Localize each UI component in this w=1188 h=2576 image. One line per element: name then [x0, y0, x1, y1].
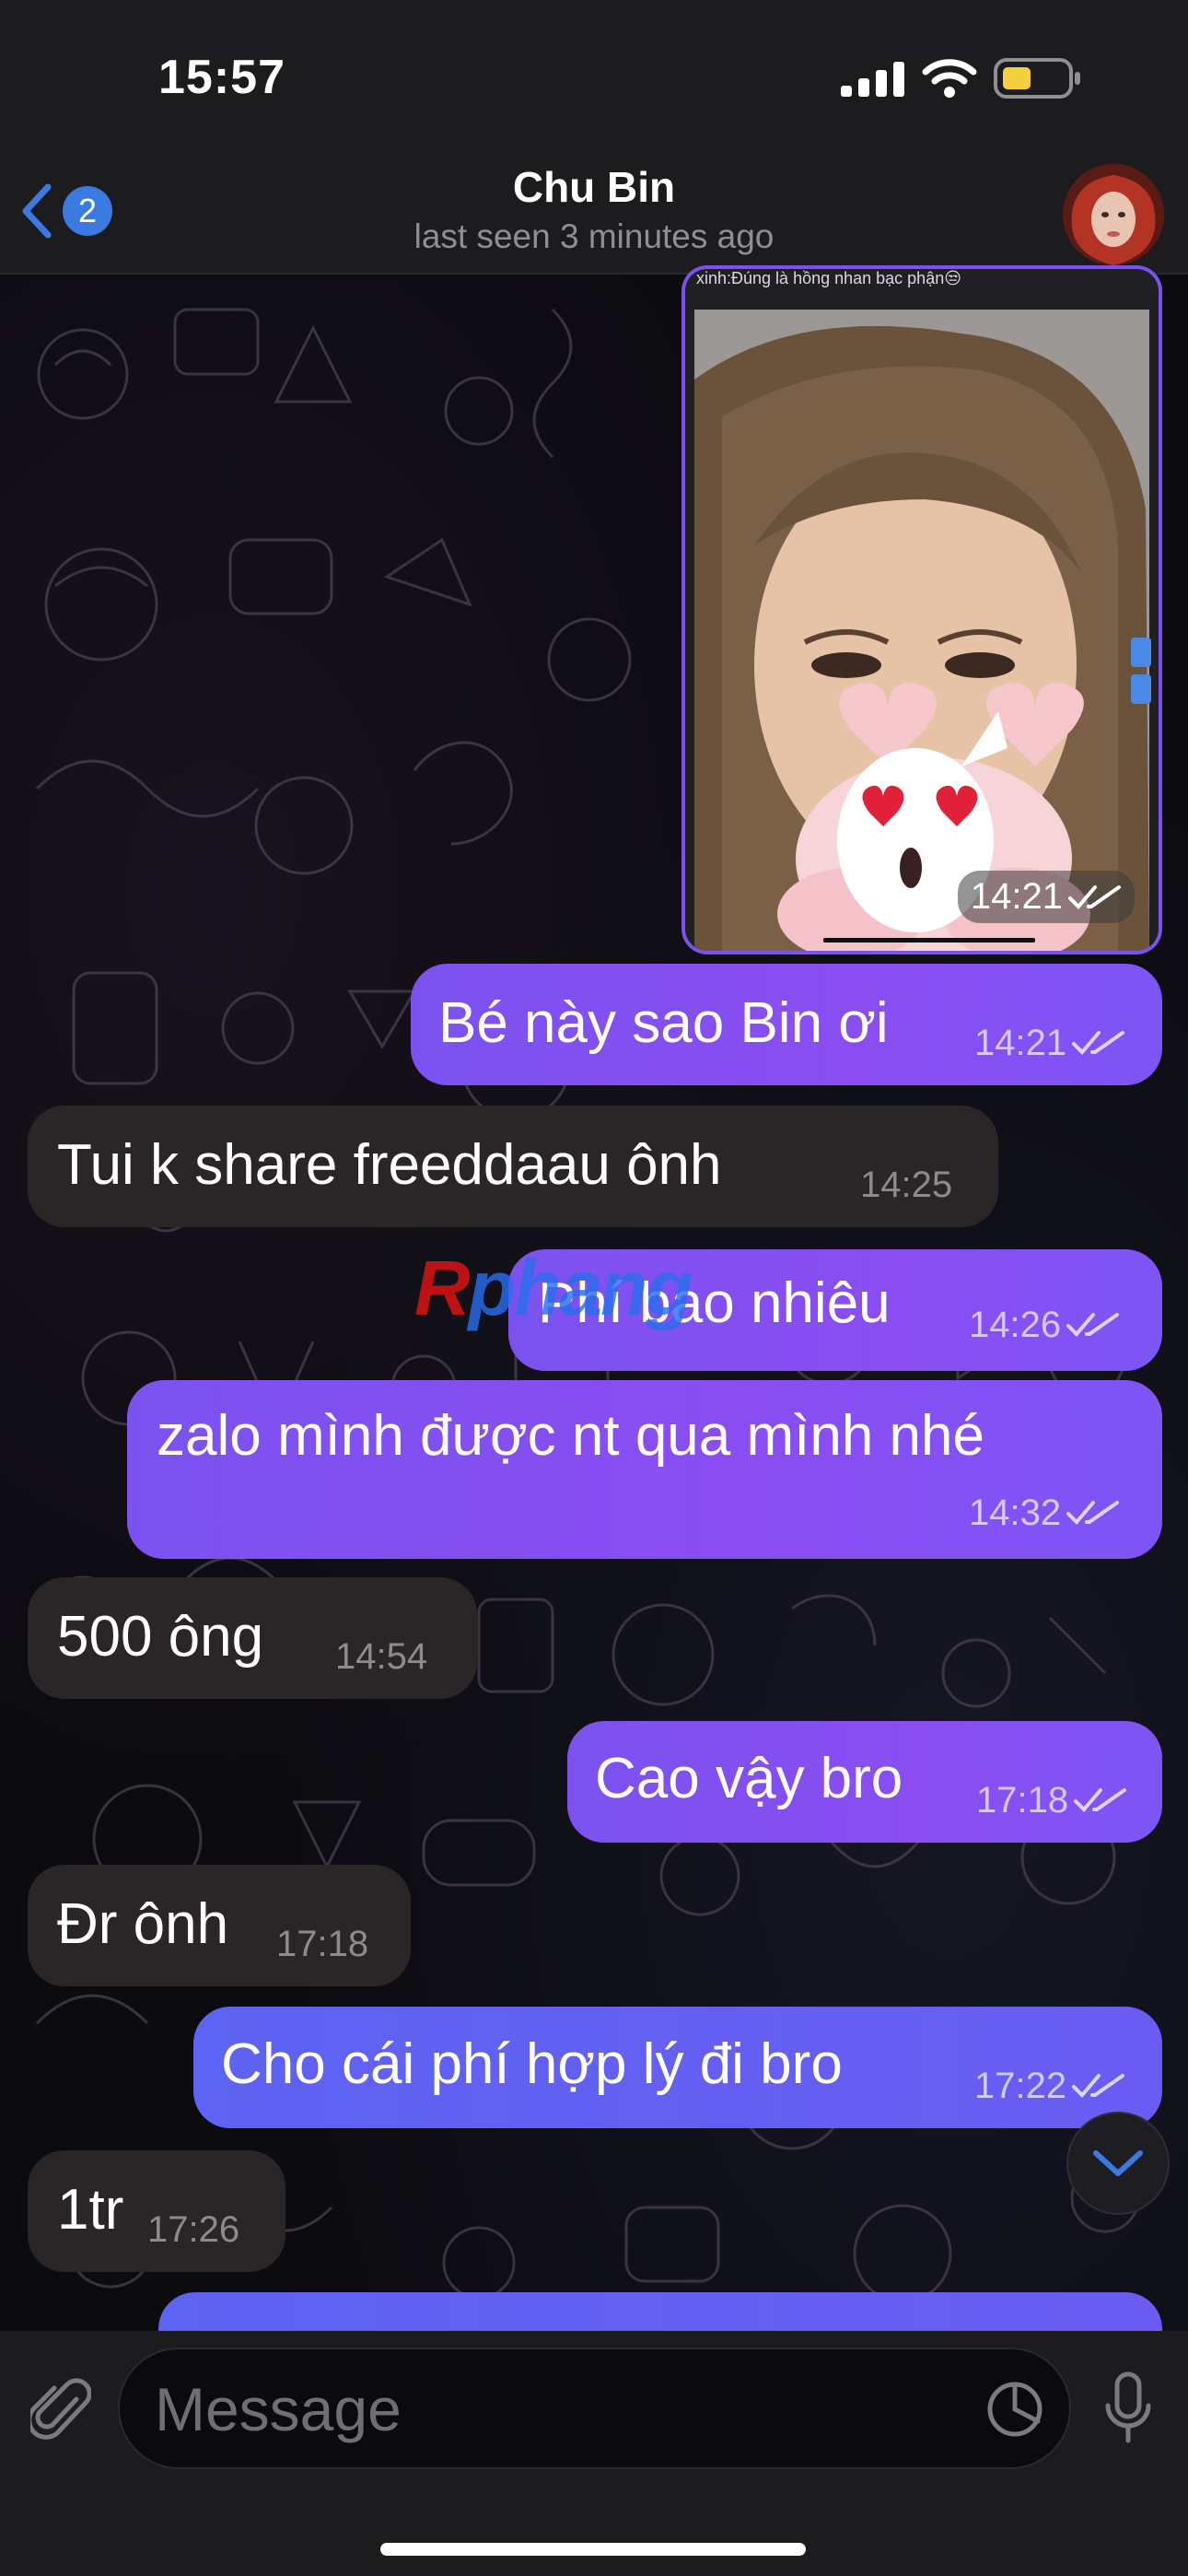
watermark-text: phang: [468, 1245, 693, 1331]
incoming-message[interactable]: Tui k share freeddaau ônh 14:25: [28, 1106, 998, 1227]
message-time: 14:25: [860, 1165, 953, 1205]
message-field[interactable]: [118, 2348, 1071, 2469]
outgoing-message[interactable]: zalo mình được nt qua mình nhé 14:32: [127, 1380, 1162, 1559]
message-text: 500 ông: [57, 1605, 264, 1669]
message-meta: 14:25: [860, 1166, 952, 1203]
message-meta: 14:21: [974, 1025, 1125, 1061]
message-input-bar: [0, 2331, 1188, 2576]
contact-name[interactable]: Chu Bin: [0, 162, 1188, 212]
status-bar: 15:57: [0, 0, 1188, 157]
status-time: 15:57: [158, 51, 285, 104]
outgoing-message[interactable]: Cho cái phí hợp lý đi bro 17:22: [193, 2007, 1162, 2128]
status-icons: [841, 57, 1082, 100]
double-check-icon: [1066, 1313, 1120, 1337]
message-text: Cho cái phí hợp lý đi bro: [221, 2032, 843, 2096]
microphone-icon: [1105, 2371, 1151, 2443]
photo-timestamp: 14:21: [957, 871, 1135, 923]
message-text: 1tr: [57, 2178, 124, 2242]
message-time: 14:21: [974, 1023, 1067, 1063]
message-text: zalo mình được nt qua mình nhé: [157, 1404, 984, 1468]
last-seen-status: last seen 3 minutes ago: [413, 217, 775, 255]
double-check-icon: [1072, 2074, 1125, 2098]
cellular-signal-icon: [841, 62, 904, 97]
double-check-icon: [1066, 1501, 1120, 1525]
selfie-photo: [685, 269, 1159, 951]
battery-icon: [994, 58, 1080, 99]
sticker-icon[interactable]: [983, 2377, 1047, 2441]
outgoing-message[interactable]: Cao vậy bro 17:18: [567, 1721, 1162, 1843]
message-meta: 14:32: [969, 1494, 1120, 1531]
message-text: Bé này sao Bin ơi: [438, 991, 889, 1055]
message-time: 14:54: [335, 1636, 428, 1677]
double-check-icon: [1072, 1031, 1125, 1055]
watermark-initial: R: [414, 1245, 471, 1331]
avatar[interactable]: [1063, 164, 1164, 265]
message-meta: 17:18: [976, 1782, 1127, 1819]
double-check-icon: [1074, 1788, 1127, 1812]
microphone-button[interactable]: [1091, 2368, 1165, 2451]
photo-frame: xinh:Đúng là hồng nhan bạc phận😒 14:21: [685, 269, 1159, 951]
message-meta: 14:54: [335, 1638, 427, 1675]
attach-button[interactable]: [24, 2373, 98, 2447]
chat-header: 2 Chu Bin last seen 3 minutes ago: [0, 157, 1188, 275]
message-meta: 17:18: [276, 1926, 368, 1962]
message-meta: 14:26: [969, 1306, 1120, 1343]
message-meta: 17:26: [147, 2211, 239, 2248]
message-input[interactable]: [153, 2349, 967, 2469]
incoming-message[interactable]: 500 ông 14:54: [28, 1577, 477, 1699]
chevron-down-icon: [1093, 2150, 1143, 2176]
photo-message[interactable]: xinh:Đúng là hồng nhan bạc phận😒 14:21: [681, 265, 1162, 954]
message-time: 17:18: [976, 1780, 1069, 1821]
message-text: Đr ônh: [57, 1892, 229, 1956]
scroll-to-bottom-button[interactable]: [1066, 2112, 1170, 2215]
paperclip-icon: [30, 2378, 91, 2440]
message-time: 17:22: [974, 2066, 1067, 2106]
avatar-photo: [1063, 164, 1164, 265]
watermark: Rphang: [414, 1244, 693, 1333]
photo-caption: xinh:Đúng là hồng nhan bạc phận😒: [696, 269, 961, 287]
message-time: 14:26: [969, 1305, 1062, 1345]
message-time: 17:18: [276, 1924, 369, 1964]
home-indicator: [380, 2543, 806, 2556]
incoming-message[interactable]: 1tr 17:26: [28, 2150, 285, 2272]
double-check-icon: [1068, 884, 1121, 909]
wifi-icon: [922, 59, 977, 98]
message-text: Cao vậy bro: [595, 1747, 903, 1810]
message-text: Tui k share freeddaau ônh: [57, 1133, 722, 1197]
message-time: 14:32: [969, 1493, 1062, 1533]
message-meta: 17:22: [974, 2067, 1125, 2104]
message-time: 17:26: [147, 2209, 240, 2250]
message-time: 14:21: [970, 876, 1063, 917]
incoming-message[interactable]: Đr ônh 17:18: [28, 1865, 411, 1986]
outgoing-message[interactable]: Bé này sao Bin ơi 14:21: [411, 964, 1162, 1085]
